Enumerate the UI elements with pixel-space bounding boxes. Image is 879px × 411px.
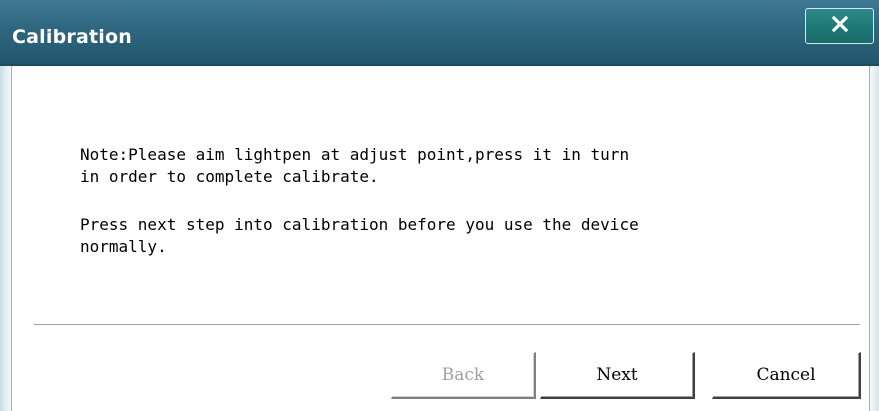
note-text: Note:Please aim lightpen at adjust point… bbox=[80, 145, 630, 186]
cancel-button-label: Cancel bbox=[756, 365, 816, 385]
calibration-dialog: Calibration Note:Please aim lightpen at … bbox=[0, 0, 879, 411]
title-bar[interactable]: Calibration bbox=[0, 0, 879, 66]
window-frame-left bbox=[0, 66, 12, 411]
close-button[interactable] bbox=[805, 8, 874, 44]
separator-line bbox=[34, 324, 860, 326]
next-button[interactable]: Next bbox=[540, 352, 695, 399]
back-button-label: Back bbox=[441, 365, 485, 385]
window-frame-right bbox=[869, 66, 879, 411]
window-title: Calibration bbox=[12, 26, 132, 48]
cancel-button[interactable]: Cancel bbox=[712, 352, 861, 399]
dialog-content: Note:Please aim lightpen at adjust point… bbox=[12, 66, 869, 411]
next-button-label: Next bbox=[596, 365, 638, 385]
instruction-text: Press next step into calibration before … bbox=[80, 215, 639, 256]
back-button[interactable]: Back bbox=[391, 352, 536, 399]
close-icon bbox=[831, 15, 849, 38]
